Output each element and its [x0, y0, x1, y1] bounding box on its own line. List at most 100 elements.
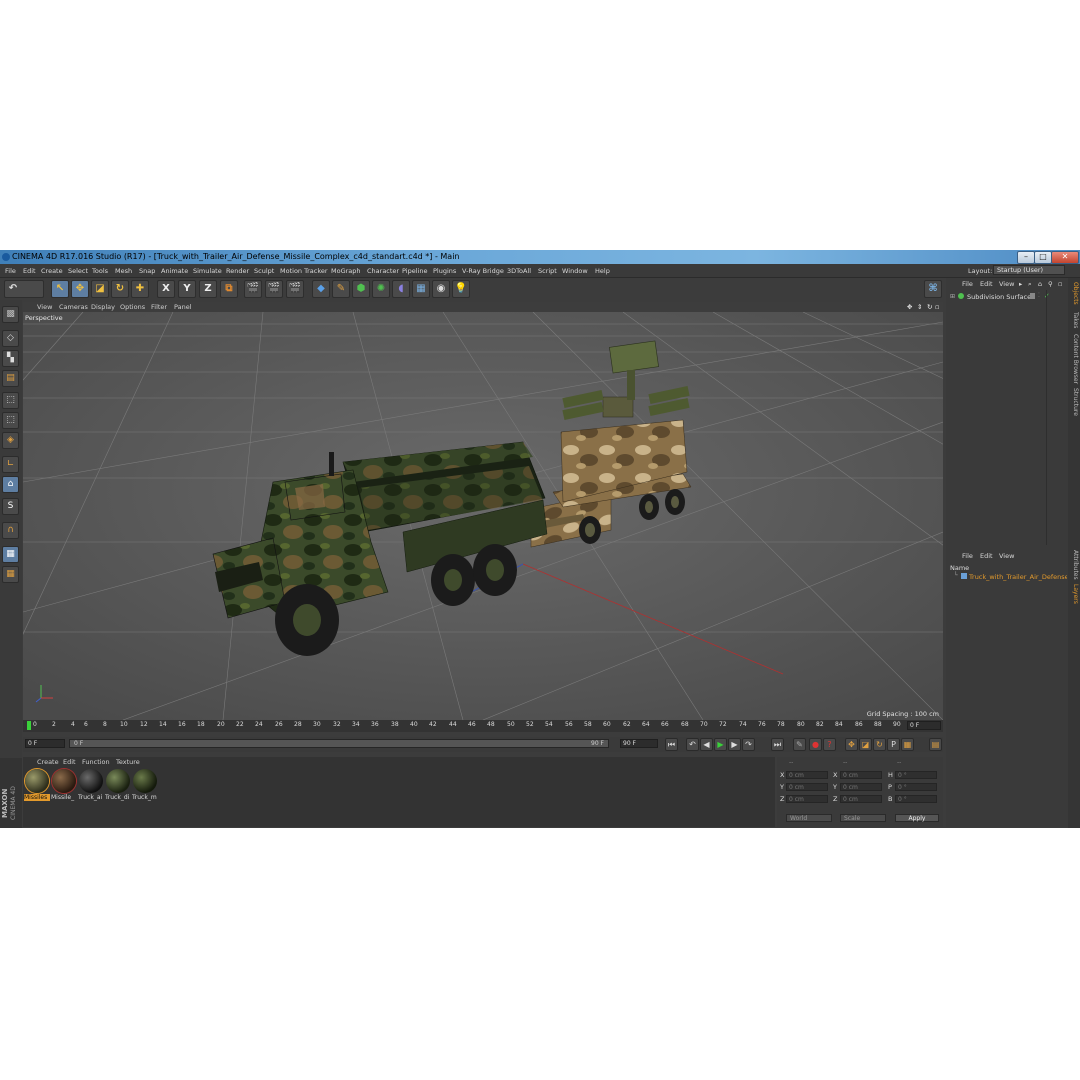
render-settings-button[interactable]: 🎬 — [286, 280, 304, 298]
snap-button[interactable]: S — [2, 498, 19, 515]
playhead-marker[interactable] — [27, 721, 31, 730]
tab-layers[interactable]: Layers — [1069, 584, 1079, 604]
undo-button[interactable]: ↶ — [4, 280, 44, 298]
minimize-button[interactable]: – — [1017, 251, 1035, 264]
menu-create[interactable]: Create — [41, 267, 63, 275]
position-x-field[interactable]: 0 cm — [786, 771, 828, 779]
tab-attributes[interactable]: Attributes — [1069, 550, 1079, 580]
material-swatch-truck-m[interactable] — [133, 769, 157, 793]
end-frame-field[interactable]: 90 F — [620, 739, 658, 748]
size-z-field[interactable]: 0 cm — [840, 795, 882, 803]
close-button[interactable]: ✕ — [1051, 251, 1079, 264]
key-param-button[interactable]: P — [887, 738, 900, 751]
material-menu-texture[interactable]: Texture — [116, 758, 140, 766]
array-button[interactable]: ✺ — [372, 280, 390, 298]
material-menu-create[interactable]: Create — [37, 758, 59, 766]
objects-menu-file[interactable]: File — [962, 280, 973, 288]
subdivision-surface-button[interactable]: ⬢ — [352, 280, 370, 298]
material-menu-edit[interactable]: Edit — [63, 758, 76, 766]
objects-filter-icon[interactable]: ⚲ — [1048, 280, 1053, 288]
layer-swatch-icon[interactable] — [1030, 293, 1035, 299]
layer-row[interactable]: └ Truck_with_Trailer_Air_Defense_M — [946, 572, 1068, 582]
play-button[interactable]: ▶ — [714, 738, 727, 751]
texture-mode-button[interactable]: ▚ — [2, 350, 19, 367]
size-x-field[interactable]: 0 cm — [840, 771, 882, 779]
make-editable-button[interactable]: ▩ — [2, 306, 19, 323]
go-to-end-button[interactable]: ⏭ — [771, 738, 784, 751]
render-view-button[interactable]: 🎬 — [244, 280, 262, 298]
tab-content-browser[interactable]: Content Browser — [1069, 334, 1079, 384]
expand-icon[interactable]: ⊞ — [950, 293, 955, 300]
size-mode-dropdown[interactable]: Scale — [840, 814, 886, 822]
menu-mograph[interactable]: MoGraph — [331, 267, 361, 275]
record-button[interactable]: ● — [809, 738, 822, 751]
viewport-menu-display[interactable]: Display — [91, 303, 115, 311]
layers-menu-file[interactable]: File — [962, 552, 973, 560]
render-picture-viewer-button[interactable]: 🎬 — [265, 280, 283, 298]
menu-motion-tracker[interactable]: Motion Tracker — [280, 267, 328, 275]
light-button[interactable]: 💡 — [452, 280, 470, 298]
cube-button[interactable]: ◆ — [312, 280, 330, 298]
layers-menu-edit[interactable]: Edit — [980, 552, 993, 560]
next-frame-button[interactable]: ▶ — [728, 738, 741, 751]
recent-tool-button[interactable]: ✚ — [131, 280, 149, 298]
frame-range-slider[interactable]: 0 F 90 F — [69, 739, 609, 748]
menu-sculpt[interactable]: Sculpt — [254, 267, 274, 275]
menu-render[interactable]: Render — [226, 267, 249, 275]
enable-axis-button[interactable]: ∩ — [2, 522, 19, 539]
viewport-zoom-icon[interactable]: ⇕ — [917, 303, 922, 311]
viewport-perspective[interactable]: View Cameras Display Options Filter Pane… — [23, 302, 943, 720]
objects-search-icon[interactable]: ⌕ — [1028, 280, 1032, 289]
timeline-window-button[interactable]: ▤ — [929, 738, 942, 751]
next-key-button[interactable]: ↷ — [742, 738, 755, 751]
material-swatch-missiles[interactable] — [25, 769, 49, 793]
python-button[interactable]: ⌘ — [924, 280, 942, 298]
key-pla-button[interactable]: ▦ — [901, 738, 914, 751]
menu-edit[interactable]: Edit — [23, 267, 36, 275]
locked-workplane-button[interactable]: ▦ — [2, 566, 19, 583]
viewport-menu-view[interactable]: View — [37, 303, 52, 311]
rotation-b-field[interactable]: 0 ° — [895, 795, 937, 803]
tweak-mode-button[interactable]: ⌂ — [2, 476, 19, 493]
x-axis-button[interactable]: X — [157, 280, 175, 298]
layout-dropdown[interactable]: Startup (User) — [993, 265, 1065, 275]
menu-animate[interactable]: Animate — [161, 267, 188, 275]
objects-new-view-icon[interactable]: ▫ — [1058, 280, 1062, 288]
timeline-ruler[interactable]: 0 2 4 6 8 10 12 14 16 18 20 22 24 26 28 … — [23, 720, 943, 732]
viewport-rotate-icon[interactable]: ↻ — [927, 303, 932, 311]
pen-spline-button[interactable]: ✎ — [332, 280, 350, 298]
apply-button[interactable]: Apply — [895, 814, 939, 822]
deformer-button[interactable]: ◖ — [392, 280, 410, 298]
menu-tools[interactable]: Tools — [92, 267, 108, 275]
material-swatch-truck-di[interactable] — [106, 769, 130, 793]
menu-help[interactable]: Help — [595, 267, 610, 275]
menu-simulate[interactable]: Simulate — [193, 267, 222, 275]
key-scale-button[interactable]: ◪ — [859, 738, 872, 751]
menu-mesh[interactable]: Mesh — [115, 267, 132, 275]
axis-mode-button[interactable]: ∟ — [2, 456, 19, 473]
z-axis-button[interactable]: Z — [199, 280, 217, 298]
menu-file[interactable]: File — [5, 267, 16, 275]
rotation-p-field[interactable]: 0 ° — [895, 783, 937, 791]
menu-character[interactable]: Character — [367, 267, 399, 275]
viewport-nav-icon[interactable]: ✥ — [907, 303, 912, 311]
size-y-field[interactable]: 0 cm — [840, 783, 882, 791]
previous-frame-button[interactable]: ◀ — [700, 738, 713, 751]
menu-select[interactable]: Select — [68, 267, 88, 275]
motion-path-button[interactable]: ✎ — [793, 738, 806, 751]
camera-button[interactable]: ◉ — [432, 280, 450, 298]
tab-structure[interactable]: Structure — [1069, 388, 1079, 416]
viewport-menu-options[interactable]: Options — [120, 303, 145, 311]
menu-plugins[interactable]: Plugins — [433, 267, 456, 275]
menu-pipeline[interactable]: Pipeline — [402, 267, 427, 275]
workplane-lock-button[interactable]: ▦ — [2, 546, 19, 563]
coordinate-space-dropdown[interactable]: World — [786, 814, 832, 822]
polygons-mode-button[interactable]: ◈ — [2, 432, 19, 449]
menu-3dtoall[interactable]: 3DToAll — [507, 267, 531, 275]
tab-objects[interactable]: Objects — [1069, 282, 1079, 305]
edges-mode-button[interactable]: ⬚ — [2, 412, 19, 429]
current-frame-field[interactable]: 0 F — [907, 721, 941, 730]
objects-menu-view[interactable]: View — [999, 280, 1014, 288]
autokey-button[interactable]: ? — [823, 738, 836, 751]
viewport-maximize-icon[interactable]: ▫ — [935, 303, 939, 311]
